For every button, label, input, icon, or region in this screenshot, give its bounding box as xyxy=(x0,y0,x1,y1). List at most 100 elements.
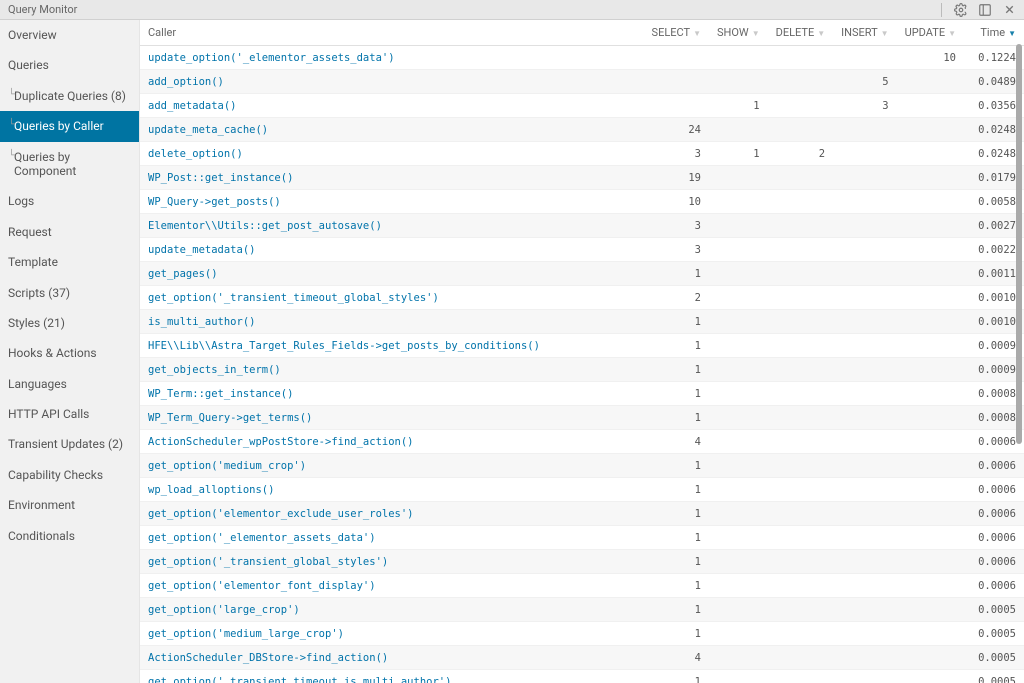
cell-insert xyxy=(833,598,896,622)
cell-caller: get_option('_transient_timeout_is_multi_… xyxy=(140,670,644,683)
caller-link[interactable]: get_option('large_crop') xyxy=(148,604,300,616)
sidebar-item-label: Logs xyxy=(8,194,34,208)
col-header-show[interactable]: SHOW▼ xyxy=(709,20,768,46)
cell-update xyxy=(897,286,964,310)
cell-delete: 2 xyxy=(768,142,834,166)
col-header-select[interactable]: SELECT▼ xyxy=(644,20,709,46)
sidebar-item[interactable]: Styles (21) xyxy=(0,308,139,338)
cell-delete xyxy=(768,574,834,598)
col-header-caller[interactable]: Caller xyxy=(140,20,644,46)
caller-link[interactable]: WP_Post::get_instance() xyxy=(148,172,293,184)
cell-delete xyxy=(768,598,834,622)
table-row: get_option('elementor_exclude_user_roles… xyxy=(140,502,1024,526)
cell-update xyxy=(897,598,964,622)
filter-icon: ▼ xyxy=(881,29,889,38)
caller-link[interactable]: get_option('_transient_timeout_global_st… xyxy=(148,292,439,304)
sidebar-item-label: Queries by Component xyxy=(14,150,76,178)
filter-icon: ▼ xyxy=(948,29,956,38)
cell-insert xyxy=(833,478,896,502)
sidebar-item[interactable]: Request xyxy=(0,217,139,247)
sidebar-item[interactable]: HTTP API Calls xyxy=(0,399,139,429)
sidebar-item[interactable]: Environment xyxy=(0,490,139,520)
table-row: Elementor\\Utils::get_post_autosave()30.… xyxy=(140,214,1024,238)
caller-link[interactable]: ActionScheduler_wpPostStore->find_action… xyxy=(148,436,414,448)
sidebar-item[interactable]: Duplicate Queries (8) xyxy=(0,81,139,111)
caller-link[interactable]: update_meta_cache() xyxy=(148,124,268,136)
sidebar: OverviewQueries Duplicate Queries (8) Quer… xyxy=(0,20,140,683)
sidebar-item[interactable]: Template xyxy=(0,247,139,277)
cell-time: 0.0027 xyxy=(964,214,1024,238)
sidebar-item[interactable]: Scripts (37) xyxy=(0,278,139,308)
cell-show: 1 xyxy=(709,142,768,166)
caller-link[interactable]: get_objects_in_term() xyxy=(148,364,281,376)
table-row: get_option('medium_large_crop')10.0005 xyxy=(140,622,1024,646)
caller-link[interactable]: Elementor\\Utils::get_post_autosave() xyxy=(148,220,382,232)
filter-icon: ▼ xyxy=(817,29,825,38)
caller-link[interactable]: update_option('_elementor_assets_data') xyxy=(148,52,395,64)
scrollbar-thumb[interactable] xyxy=(1016,44,1022,444)
cell-time: 0.0022 xyxy=(964,238,1024,262)
cell-delete xyxy=(768,382,834,406)
sidebar-item[interactable]: Logs xyxy=(0,186,139,216)
close-icon[interactable] xyxy=(1002,3,1016,17)
app-title: Query Monitor xyxy=(8,3,941,16)
sidebar-item[interactable]: Hooks & Actions xyxy=(0,338,139,368)
sidebar-item-label: HTTP API Calls xyxy=(8,407,89,421)
col-header-time[interactable]: Time▼ xyxy=(964,20,1024,46)
table-row: WP_Term::get_instance()10.0008 xyxy=(140,382,1024,406)
cell-caller: get_option('elementor_font_display') xyxy=(140,574,644,598)
sidebar-item[interactable]: Transient Updates (2) xyxy=(0,429,139,459)
table-row: ActionScheduler_wpPostStore->find_action… xyxy=(140,430,1024,454)
sidebar-item[interactable]: Overview xyxy=(0,20,139,50)
cell-delete xyxy=(768,166,834,190)
col-header-update[interactable]: UPDATE▼ xyxy=(897,20,964,46)
sidebar-item[interactable]: Languages xyxy=(0,369,139,399)
caller-link[interactable]: ActionScheduler_DBStore->find_action() xyxy=(148,652,388,664)
caller-link[interactable]: update_metadata() xyxy=(148,244,255,256)
cell-show xyxy=(709,358,768,382)
cell-show xyxy=(709,478,768,502)
cell-update xyxy=(897,574,964,598)
caller-link[interactable]: get_option('medium_large_crop') xyxy=(148,628,344,640)
sidebar-item[interactable]: Queries xyxy=(0,50,139,80)
caller-link[interactable]: get_option('medium_crop') xyxy=(148,460,306,472)
col-header-insert[interactable]: INSERT▼ xyxy=(833,20,896,46)
cell-delete xyxy=(768,358,834,382)
caller-link[interactable]: WP_Term_Query->get_terms() xyxy=(148,412,312,424)
cell-time: 0.0006 xyxy=(964,502,1024,526)
table-row: get_pages()10.0011 xyxy=(140,262,1024,286)
cell-insert xyxy=(833,622,896,646)
caller-link[interactable]: get_option('_transient_timeout_is_multi_… xyxy=(148,676,451,683)
caller-link[interactable]: wp_load_alloptions() xyxy=(148,484,274,496)
caller-link[interactable]: WP_Term::get_instance() xyxy=(148,388,293,400)
sidebar-item[interactable]: Queries by Component xyxy=(0,142,139,187)
caller-link[interactable]: add_option() xyxy=(148,76,224,88)
caller-link[interactable]: get_option('elementor_exclude_user_roles… xyxy=(148,508,414,520)
col-header-delete[interactable]: DELETE▼ xyxy=(768,20,834,46)
caller-link[interactable]: add_metadata() xyxy=(148,100,237,112)
cell-update xyxy=(897,70,964,94)
sidebar-item-label: Duplicate Queries (8) xyxy=(14,89,126,103)
caller-link[interactable]: get_pages() xyxy=(148,268,218,280)
cell-delete xyxy=(768,646,834,670)
cell-time: 0.0009 xyxy=(964,358,1024,382)
cell-delete xyxy=(768,526,834,550)
cell-insert xyxy=(833,382,896,406)
cell-time: 0.0489 xyxy=(964,70,1024,94)
caller-link[interactable]: delete_option() xyxy=(148,148,243,160)
caller-link[interactable]: HFE\\Lib\\Astra_Target_Rules_Fields->get… xyxy=(148,340,540,352)
sidebar-item[interactable]: Queries by Caller xyxy=(0,111,139,141)
caller-link[interactable]: get_option('_elementor_assets_data') xyxy=(148,532,376,544)
caller-link[interactable]: get_option('_transient_global_styles') xyxy=(148,556,388,568)
sidebar-item[interactable]: Capability Checks xyxy=(0,460,139,490)
cell-select: 1 xyxy=(644,550,709,574)
scrollbar[interactable] xyxy=(1016,44,1022,679)
cell-show xyxy=(709,646,768,670)
caller-link[interactable]: WP_Query->get_posts() xyxy=(148,196,281,208)
sidebar-item[interactable]: Conditionals xyxy=(0,521,139,551)
gear-icon[interactable] xyxy=(954,3,968,17)
caller-link[interactable]: is_multi_author() xyxy=(148,316,255,328)
caller-link[interactable]: get_option('elementor_font_display') xyxy=(148,580,376,592)
cell-insert xyxy=(833,238,896,262)
expand-icon[interactable] xyxy=(978,3,992,17)
